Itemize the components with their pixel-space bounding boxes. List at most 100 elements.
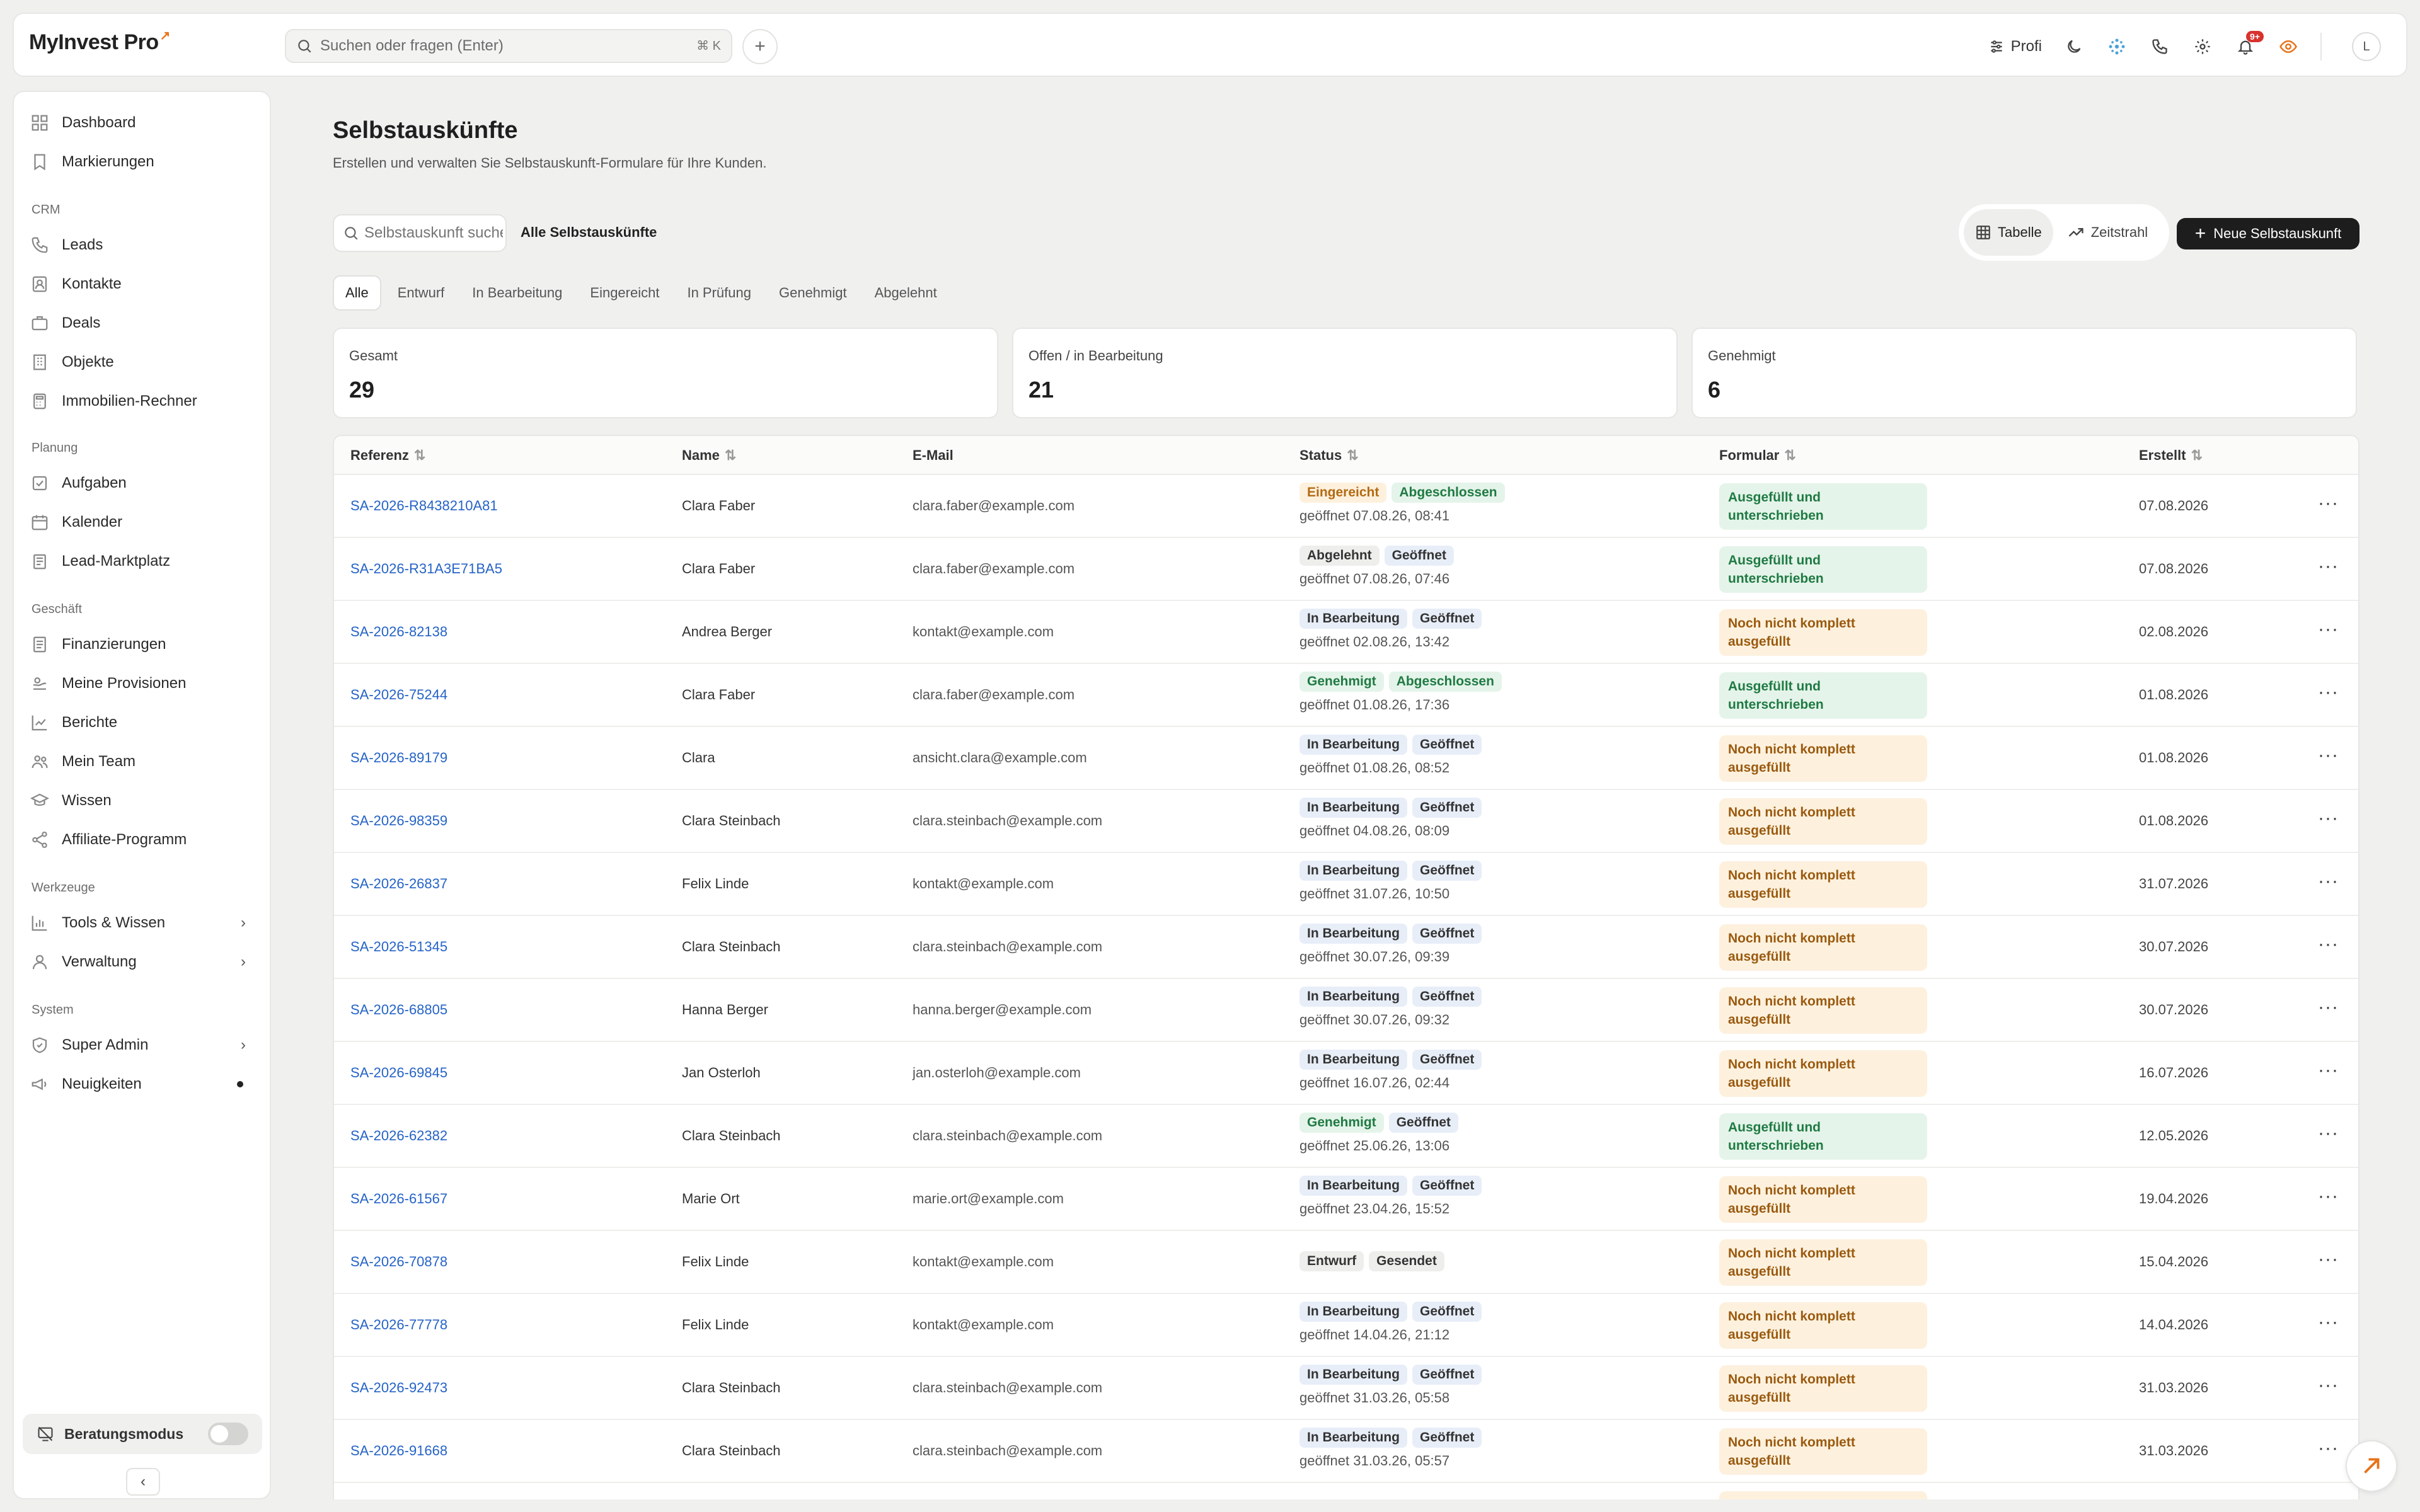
ai-assistant-button[interactable] <box>2106 36 2128 57</box>
sidebar-item-deals[interactable]: Deals <box>30 306 255 340</box>
row-actions-button[interactable]: ··· <box>2318 745 2339 766</box>
profile-mode-button[interactable]: Profi <box>1988 38 2042 55</box>
sidebar-item-tools-wissen[interactable]: Tools & Wissen › <box>30 906 255 940</box>
table-row[interactable]: SA-2026-75244 Clara Faber clara.faber@exam… <box>334 664 2358 727</box>
table-search-field[interactable] <box>364 224 503 242</box>
row-actions-button[interactable]: ··· <box>2318 1312 2339 1333</box>
table-row[interactable]: SA-2026-92473 Clara Steinbach clara.steinb… <box>334 1357 2358 1420</box>
sidebar-item-neuigkeiten[interactable]: Neuigkeiten <box>30 1067 255 1101</box>
sidebar-item-super-admin[interactable]: Super Admin › <box>30 1028 255 1062</box>
reference-link[interactable]: SA-2026-82138 <box>350 624 447 640</box>
sidebar-item-meine-provisionen[interactable]: Meine Provisionen <box>30 667 255 701</box>
row-actions-button[interactable]: ··· <box>2318 1249 2339 1270</box>
table-row[interactable]: SA-2026-61567 Marie Ort marie.ort@example.… <box>334 1168 2358 1231</box>
consult-mode-toggle-row[interactable]: Beratungsmodus <box>23 1414 262 1454</box>
app-logo[interactable]: MyInvest Pro ↗ <box>29 29 170 55</box>
row-actions-button[interactable]: ··· <box>2318 871 2339 892</box>
table-row[interactable]: SA-2026-R31A3E71BA5 Clara Faber clara.fabe… <box>334 538 2358 601</box>
row-actions-button[interactable]: ··· <box>2318 1438 2339 1459</box>
global-search-input[interactable]: Suchen oder fragen (Enter) ⌘ K <box>285 29 732 63</box>
reference-link[interactable]: SA-2026-R31A3E71BA5 <box>350 561 502 577</box>
reference-link[interactable]: SA-2026-68805 <box>350 1002 447 1018</box>
settings-button[interactable] <box>2192 36 2213 57</box>
row-actions-button[interactable]: ··· <box>2318 997 2339 1018</box>
view-timeline-button[interactable]: Zeitstrahl <box>2056 209 2159 256</box>
view-table-button[interactable]: Tabelle <box>1964 209 2053 256</box>
table-row[interactable]: In BearbeitungGeöffnetNoch nicht komplet… <box>334 1483 2358 1499</box>
table-row[interactable]: SA-2026-89179 Clara ansicht.clara@example.… <box>334 727 2358 790</box>
sidebar-item-immobilien-rechner[interactable]: Immobilien-Rechner <box>30 384 255 418</box>
tab-in-pruefung[interactable]: In Prüfung <box>676 275 763 311</box>
reference-link[interactable]: SA-2026-R8438210A81 <box>350 498 498 514</box>
sidebar-item-finanzierungen[interactable]: Finanzierungen <box>30 627 255 662</box>
reference-link[interactable]: SA-2026-77778 <box>350 1317 447 1333</box>
row-actions-button[interactable]: ··· <box>2318 619 2339 640</box>
reference-link[interactable]: SA-2026-70878 <box>350 1254 447 1270</box>
column-header-erstellt[interactable]: Erstellt ⇅ <box>2139 447 2203 464</box>
reference-link[interactable]: SA-2026-26837 <box>350 876 447 892</box>
table-row[interactable]: SA-2026-82138 Andrea Berger kontakt@exampl… <box>334 601 2358 664</box>
row-actions-button[interactable]: ··· <box>2318 682 2339 703</box>
sidebar-item-verwaltung[interactable]: Verwaltung › <box>30 945 255 979</box>
column-header-status[interactable]: Status ⇅ <box>1299 447 1359 464</box>
sidebar-item-mein-team[interactable]: Mein Team <box>30 745 255 779</box>
row-actions-button[interactable]: ··· <box>2318 1060 2339 1081</box>
table-row[interactable]: SA-2026-70878 Felix Linde kontakt@example.… <box>334 1231 2358 1294</box>
column-header-name[interactable]: Name ⇅ <box>682 447 736 464</box>
collapse-sidebar-button[interactable]: ‹ <box>126 1468 160 1496</box>
column-header-formular[interactable]: Formular ⇅ <box>1719 447 1796 464</box>
sidebar-item-affiliate-programm[interactable]: Affiliate-Programm <box>30 823 255 857</box>
tab-in-bearbeitung[interactable]: In Bearbeitung <box>461 275 573 311</box>
row-actions-button[interactable]: ··· <box>2318 1375 2339 1396</box>
sidebar-item-wissen[interactable]: Wissen <box>30 784 255 818</box>
row-actions-button[interactable]: ··· <box>2318 556 2339 577</box>
phone-button[interactable] <box>2149 36 2170 57</box>
user-avatar[interactable]: L <box>2352 32 2381 61</box>
table-row[interactable]: SA-2026-77778 Felix Linde kontakt@example.… <box>334 1294 2358 1357</box>
row-actions-button[interactable]: ··· <box>2318 808 2339 829</box>
column-header-referenz[interactable]: Referenz ⇅ <box>350 447 425 464</box>
reference-link[interactable]: SA-2026-92473 <box>350 1380 447 1396</box>
table-row[interactable]: SA-2026-91668 Clara Steinbach clara.steinb… <box>334 1420 2358 1483</box>
row-actions-button[interactable]: ··· <box>2318 934 2339 955</box>
table-row[interactable]: SA-2026-69845 Jan Osterloh jan.osterloh@ex… <box>334 1042 2358 1105</box>
quick-add-button[interactable]: + <box>742 29 778 64</box>
sidebar-item-kalender[interactable]: Kalender <box>30 505 255 539</box>
row-actions-button[interactable]: ··· <box>2318 1186 2339 1207</box>
sidebar-item-markierungen[interactable]: Markierungen <box>30 145 255 179</box>
sidebar-item-aufgaben[interactable]: Aufgaben <box>30 466 255 500</box>
tab-entwurf[interactable]: Entwurf <box>386 275 456 311</box>
row-actions-button[interactable]: ··· <box>2318 493 2339 514</box>
sidebar-item-berichte[interactable]: Berichte <box>30 706 255 740</box>
reference-link[interactable]: SA-2026-91668 <box>350 1443 447 1459</box>
tab-eingereicht[interactable]: Eingereicht <box>579 275 671 311</box>
table-row[interactable]: SA-2026-R8438210A81 Clara Faber clara.fabe… <box>334 475 2358 538</box>
tab-genehmigt[interactable]: Genehmigt <box>768 275 858 311</box>
table-row[interactable]: SA-2026-62382 Clara Steinbach clara.steinb… <box>334 1105 2358 1168</box>
dark-mode-button[interactable] <box>2063 36 2085 57</box>
filter-dropdown[interactable]: Alle Selbstauskünfte <box>521 224 657 241</box>
table-row[interactable]: SA-2026-68805 Hanna Berger hanna.berger@ex… <box>334 979 2358 1042</box>
sidebar-item-leads[interactable]: Leads <box>30 228 255 262</box>
sidebar-item-objekte[interactable]: Objekte <box>30 345 255 379</box>
reference-link[interactable]: SA-2026-75244 <box>350 687 447 703</box>
table-row[interactable]: SA-2026-26837 Felix Linde kontakt@example.… <box>334 853 2358 916</box>
table-row[interactable]: SA-2026-51345 Clara Steinbach clara.steinb… <box>334 916 2358 979</box>
reference-link[interactable]: SA-2026-61567 <box>350 1191 447 1207</box>
table-search-input[interactable] <box>333 214 507 252</box>
row-actions-button[interactable]: ··· <box>2318 1123 2339 1144</box>
reference-link[interactable]: SA-2026-98359 <box>350 813 447 829</box>
reference-link[interactable]: SA-2026-62382 <box>350 1128 447 1144</box>
table-row[interactable]: SA-2026-98359 Clara Steinbach clara.steinb… <box>334 790 2358 853</box>
sidebar-item-dashboard[interactable]: Dashboard <box>30 106 255 140</box>
sidebar-item-lead-marktplatz[interactable]: Lead-Marktplatz <box>30 544 255 578</box>
consult-mode-switch[interactable] <box>208 1423 248 1445</box>
reference-link[interactable]: SA-2026-69845 <box>350 1065 447 1081</box>
sidebar-item-kontakte[interactable]: Kontakte <box>30 267 255 301</box>
reference-link[interactable]: SA-2026-51345 <box>350 939 447 955</box>
visibility-button[interactable] <box>2278 36 2299 57</box>
tab-abgelehnt[interactable]: Abgelehnt <box>863 275 948 311</box>
tab-alle[interactable]: Alle <box>333 275 381 311</box>
reference-link[interactable]: SA-2026-89179 <box>350 750 447 766</box>
help-fab-button[interactable] <box>2346 1440 2397 1492</box>
